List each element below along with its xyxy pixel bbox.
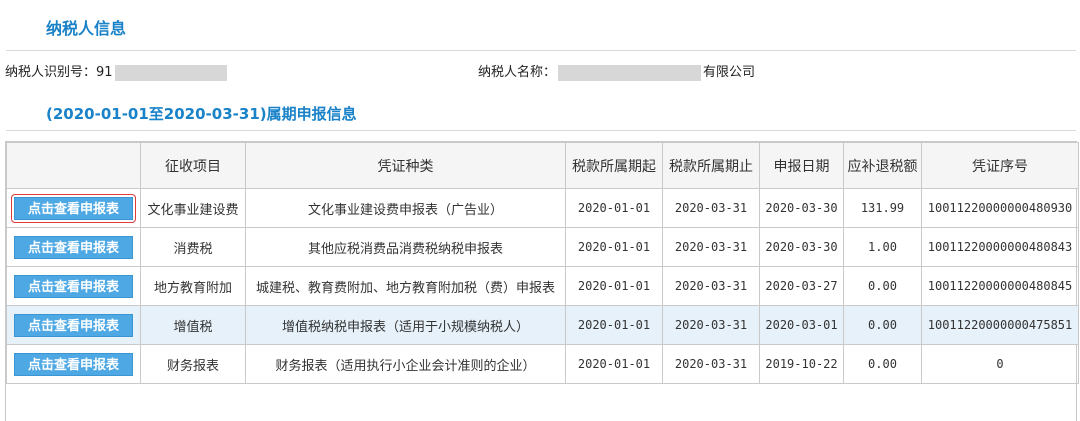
item-cell: 增值税 (140, 305, 246, 345)
amount-cell: 1.00 (843, 227, 922, 267)
view-declaration-button[interactable]: 点击查看申报表 (14, 274, 133, 298)
amount-cell: 131.99 (843, 188, 922, 228)
declare-date-cell: 2020-03-30 (759, 188, 844, 228)
voucher-no-cell: 10011220000000480930 (921, 188, 1079, 228)
period-start-cell: 2020-01-01 (565, 188, 663, 228)
voucher-type-cell: 财务报表（适用执行小企业会计准则的企业） (245, 344, 566, 384)
col-header-voucher-type: 凭证种类 (245, 142, 566, 189)
declare-date-cell: 2020-03-01 (759, 305, 844, 345)
item-cell: 文化事业建设费 (140, 188, 246, 228)
col-header-action (6, 142, 141, 189)
period-end-cell: 2020-03-31 (662, 344, 760, 384)
period-start-cell: 2020-01-01 (565, 227, 663, 267)
amount-cell: 0.00 (843, 305, 922, 345)
view-declaration-button[interactable]: 点击查看申报表 (14, 313, 133, 337)
item-cell: 消费税 (140, 227, 246, 267)
period-start-cell: 2020-01-01 (565, 344, 663, 384)
declare-date-cell: 2019-10-22 (759, 344, 844, 384)
item-cell: 财务报表 (140, 344, 246, 384)
period-title: (2020-01-01至2020-03-31)属期申报信息 (46, 105, 357, 123)
table-row: 点击查看申报表 消费税 其他应税消费品消费税纳税申报表 2020-01-01 2… (6, 227, 1079, 267)
table-row: 点击查看申报表 财务报表 财务报表（适用执行小企业会计准则的企业） 2020-0… (6, 344, 1079, 384)
title-divider (6, 50, 1076, 51)
voucher-type-cell: 其他应税消费品消费税纳税申报表 (245, 227, 566, 267)
declaration-table: 征收项目 凭证种类 税款所属期起 税款所属期止 申报日期 应补退税额 凭证序号 … (6, 142, 1079, 384)
amount-cell: 0.00 (843, 344, 922, 384)
declare-date-cell: 2020-03-27 (759, 266, 844, 306)
taxpayer-name-label: 纳税人名称： (478, 65, 557, 80)
col-header-period-start: 税款所属期起 (565, 142, 663, 189)
period-end-cell: 2020-03-31 (662, 188, 760, 228)
taxpayer-name: 纳税人名称： 有限公司 (478, 61, 755, 81)
table-header-row: 征收项目 凭证种类 税款所属期起 税款所属期止 申报日期 应补退税额 凭证序号 (6, 142, 1079, 189)
table-row: 点击查看申报表 地方教育附加 城建税、教育费附加、地方教育附加税（费）申报表 2… (6, 266, 1079, 306)
action-cell: 点击查看申报表 (6, 227, 141, 267)
table-row: 点击查看申报表 增值税 增值税纳税申报表（适用于小规模纳税人） 2020-01-… (6, 305, 1079, 345)
voucher-type-cell: 增值税纳税申报表（适用于小规模纳税人） (245, 305, 566, 345)
table-row: 点击查看申报表 文化事业建设费 文化事业建设费申报表（广告业） 2020-01-… (6, 188, 1079, 228)
voucher-type-cell: 文化事业建设费申报表（广告业） (245, 188, 566, 228)
taxpayer-id-masked (114, 64, 227, 81)
taxpayer-name-masked (558, 64, 702, 81)
action-cell: 点击查看申报表 (6, 266, 141, 306)
view-declaration-button[interactable]: 点击查看申报表 (14, 235, 133, 259)
voucher-no-cell: 10011220000000475851 (921, 305, 1079, 345)
view-declaration-button[interactable]: 点击查看申报表 (14, 352, 133, 376)
voucher-no-cell: 10011220000000480843 (921, 227, 1079, 267)
action-cell: 点击查看申报表 (6, 188, 141, 228)
period-divider (6, 130, 1076, 131)
period-end-cell: 2020-03-31 (662, 266, 760, 306)
voucher-no-cell: 10011220000000480845 (921, 266, 1079, 306)
taxpayer-info-row: 纳税人识别号：91 纳税人名称： 有限公司 (0, 61, 1080, 81)
col-header-item: 征收项目 (140, 142, 246, 189)
item-cell: 地方教育附加 (140, 266, 246, 306)
amount-cell: 0.00 (843, 266, 922, 306)
view-declaration-button[interactable]: 点击查看申报表 (14, 196, 133, 220)
taxpayer-id-label: 纳税人识别号： (5, 65, 97, 80)
taxpayer-info-title: 纳税人信息 (46, 19, 127, 38)
focus-outline: 点击查看申报表 (11, 193, 136, 223)
col-header-declare-date: 申报日期 (759, 142, 844, 189)
taxpayer-id: 纳税人识别号：91 (5, 61, 229, 81)
col-header-period-end: 税款所属期止 (662, 142, 760, 189)
period-start-cell: 2020-01-01 (565, 266, 663, 306)
action-cell: 点击查看申报表 (6, 344, 141, 384)
voucher-type-cell: 城建税、教育费附加、地方教育附加税（费）申报表 (245, 266, 566, 306)
taxpayer-id-prefix: 91 (96, 65, 113, 80)
period-start-cell: 2020-01-01 (565, 305, 663, 345)
taxpayer-name-suffix: 有限公司 (703, 65, 756, 80)
col-header-voucher-no: 凭证序号 (921, 142, 1079, 189)
period-end-cell: 2020-03-31 (662, 227, 760, 267)
declaration-table-container: 征收项目 凭证种类 税款所属期起 税款所属期止 申报日期 应补退税额 凭证序号 … (5, 141, 1079, 421)
period-end-cell: 2020-03-31 (662, 305, 760, 345)
action-cell: 点击查看申报表 (6, 305, 141, 345)
voucher-no-cell: 0 (921, 344, 1079, 384)
col-header-amount: 应补退税额 (843, 142, 922, 189)
declare-date-cell: 2020-03-30 (759, 227, 844, 267)
